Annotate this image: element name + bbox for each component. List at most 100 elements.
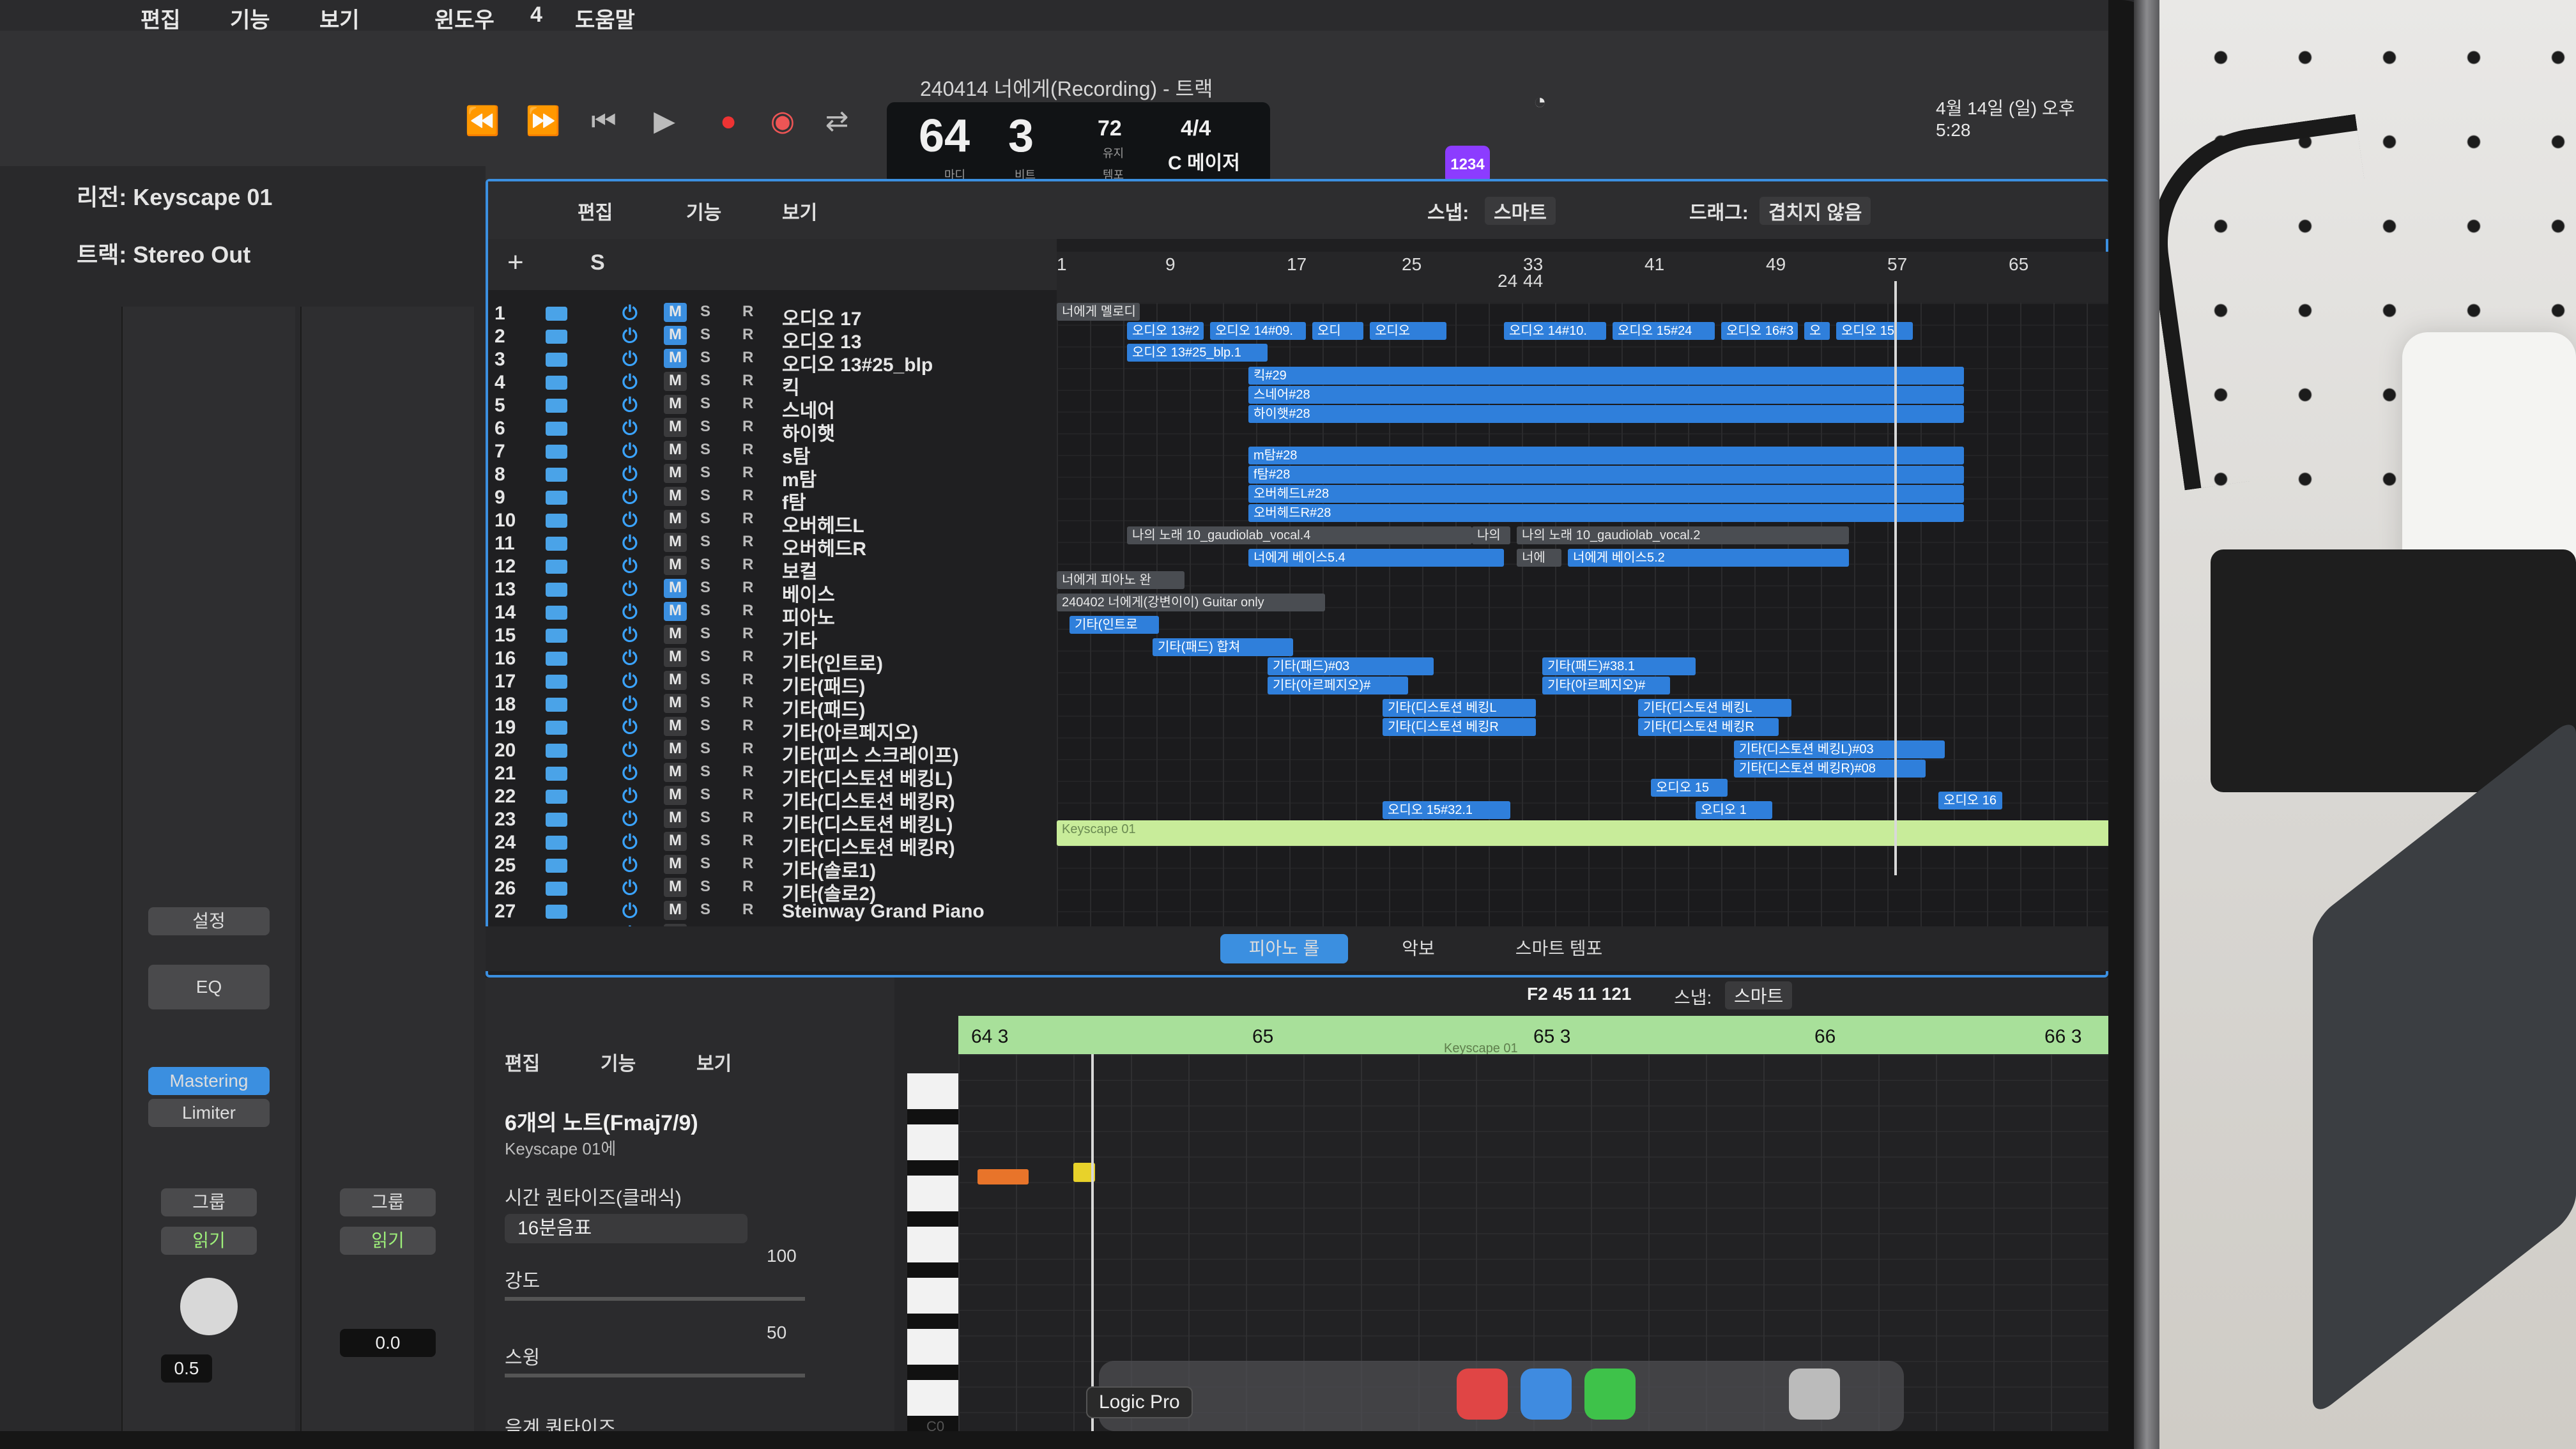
solo-button[interactable]: S [700, 510, 710, 528]
solo-button[interactable]: S [700, 786, 710, 804]
track-row[interactable]: 23 ⏻ M S R 기타(디스토션 베킹L) [494, 809, 1057, 836]
power-icon[interactable]: ⏻ [622, 832, 638, 854]
automation-read-button[interactable]: 읽기 [161, 1227, 257, 1255]
region[interactable]: 기타(디스토션 베킹L [1383, 699, 1536, 717]
record-enable-button[interactable]: R [742, 901, 753, 919]
power-icon[interactable]: ⏻ [622, 648, 638, 670]
track-row[interactable]: 17 ⏻ M S R 기타(패드) [494, 671, 1057, 698]
solo-button[interactable]: S [700, 878, 710, 896]
mute-button[interactable]: M [664, 694, 687, 713]
solo-button[interactable]: S [700, 487, 710, 505]
lcd-display[interactable]: 64 3 마디 비트 72 유지 템포 4/4 C 메이저 [887, 102, 1270, 185]
mute-button[interactable]: M [664, 556, 687, 575]
region[interactable]: 오디 [1312, 322, 1363, 340]
record-enable-button[interactable]: R [742, 717, 753, 735]
power-icon[interactable]: ⏻ [622, 763, 638, 785]
track-name[interactable]: Steinway Grand Piano [782, 901, 985, 923]
power-icon[interactable]: ⏻ [622, 441, 638, 463]
region[interactable]: 기타(디스토션 베킹R)#08 [1734, 760, 1926, 778]
function-menu[interactable]: 기능 [686, 197, 721, 225]
power-icon[interactable]: ⏻ [622, 602, 638, 624]
power-icon[interactable]: ⏻ [622, 878, 638, 900]
track-row[interactable]: 22 ⏻ M S R 기타(디스토션 베킹R) [494, 786, 1057, 813]
region[interactable]: Keyscape 01 [1057, 820, 2108, 846]
add-track-icon[interactable]: + [507, 247, 524, 279]
solo-button[interactable]: S [700, 901, 710, 919]
automation-read-button-right[interactable]: 읽기 [340, 1227, 436, 1255]
power-icon[interactable]: ⏻ [622, 694, 638, 716]
track-row[interactable]: 18 ⏻ M S R 기타(패드) [494, 694, 1057, 721]
record-enable-button[interactable]: R [742, 809, 753, 827]
mute-button[interactable]: M [664, 602, 687, 621]
mute-button[interactable]: M [664, 579, 687, 598]
track-row[interactable]: 11 ⏻ M S R 오버헤드R [494, 533, 1057, 560]
menu-item[interactable]: 도움말 [575, 3, 635, 34]
mute-button[interactable]: M [664, 671, 687, 690]
record-enable-button[interactable]: R [742, 372, 753, 390]
record-enable-button[interactable]: R [742, 395, 753, 413]
power-icon[interactable]: ⏻ [622, 855, 638, 877]
menu-item[interactable]: 윈도우 [434, 3, 494, 34]
tab-score[interactable]: 악보 [1367, 934, 1469, 963]
bar-ruler[interactable]: 191725334149576573812444 [1057, 252, 2108, 303]
solo-button[interactable]: S [700, 740, 710, 758]
mute-button[interactable]: M [664, 625, 687, 644]
region[interactable]: 오디오 1 [1696, 801, 1772, 819]
record-enable-button[interactable]: R [742, 487, 753, 505]
region[interactable]: 하이햇#28 [1248, 405, 1964, 423]
power-icon[interactable]: ⏻ [622, 464, 638, 486]
region[interactable]: 기타(아르페지오)# [1542, 677, 1670, 694]
region[interactable]: 오디오 15: [1836, 322, 1913, 340]
menu-item[interactable]: 편집 [141, 3, 181, 34]
record-enable-button[interactable]: R [742, 326, 753, 344]
power-icon[interactable]: ⏻ [622, 510, 638, 532]
power-icon[interactable]: ⏻ [622, 809, 638, 831]
region[interactable]: 오디오 13#25_blp.1 [1127, 344, 1268, 362]
mute-button[interactable]: M [664, 326, 687, 345]
mute-button[interactable]: M [664, 395, 687, 414]
mute-button[interactable]: M [664, 372, 687, 391]
solo-button[interactable]: S [700, 349, 710, 367]
track-row[interactable]: 24 ⏻ M S R 기타(디스토션 베킹R) [494, 832, 1057, 859]
midi-note[interactable] [977, 1169, 1029, 1184]
region-inspector-label[interactable]: 리전: Keyscape 01 [77, 179, 272, 212]
menu-item[interactable]: 4 [530, 3, 542, 27]
region[interactable]: 오디오 [1370, 322, 1446, 340]
solo-button[interactable]: S [700, 855, 710, 873]
power-icon[interactable]: ⏻ [622, 740, 638, 762]
region[interactable]: 오디오 14#09. [1210, 322, 1306, 340]
solo-button[interactable]: S [700, 671, 710, 689]
record-enable-button[interactable]: R [742, 349, 753, 367]
pr-function-menu[interactable]: 기능 [601, 1048, 636, 1076]
track-row[interactable]: 4 ⏻ M S R 킥 [494, 372, 1057, 399]
record-enable-button[interactable]: R [742, 441, 753, 459]
mute-button[interactable]: M [664, 441, 687, 460]
drag-select[interactable]: 겹치지 않음 [1759, 197, 1871, 225]
solo-button[interactable]: S [700, 625, 710, 643]
playhead[interactable] [1894, 281, 1897, 875]
mute-button[interactable]: M [664, 855, 687, 874]
power-icon[interactable]: ⏻ [622, 786, 638, 808]
strength-slider[interactable] [505, 1297, 805, 1301]
region[interactable]: 오디오 15#24 [1613, 322, 1715, 340]
power-icon[interactable]: ⏻ [622, 671, 638, 693]
track-row[interactable]: 6 ⏻ M S R 하이햇 [494, 418, 1057, 445]
edit-menu[interactable]: 편집 [578, 197, 613, 225]
power-icon[interactable]: ⏻ [622, 579, 638, 601]
record-enable-button[interactable]: R [742, 694, 753, 712]
region[interactable]: 오디오 13#2 [1127, 322, 1204, 340]
mute-button[interactable]: M [664, 533, 687, 552]
track-row[interactable]: 20 ⏻ M S R 기타(피스 스크레이프) [494, 740, 1057, 767]
track-row[interactable]: 12 ⏻ M S R 보컬 [494, 556, 1057, 583]
swing-slider[interactable] [505, 1374, 805, 1377]
region[interactable]: 기타(패드)#38.1 [1542, 657, 1696, 675]
finder-icon[interactable] [1521, 1368, 1572, 1420]
region[interactable]: 오디오 14#10. [1504, 322, 1606, 340]
power-icon[interactable]: ⏻ [622, 533, 638, 555]
region[interactable]: 너에게 베이스5.2 [1568, 549, 1849, 567]
track-row[interactable]: 1 ⏻ M S R 오디오 17 [494, 303, 1057, 330]
record-enable-button[interactable]: R [742, 625, 753, 643]
tab-piano-roll[interactable]: 피아노 롤 [1220, 934, 1348, 963]
region[interactable]: 오디오 16#3 [1721, 322, 1798, 340]
record-enable-button[interactable]: R [742, 464, 753, 482]
